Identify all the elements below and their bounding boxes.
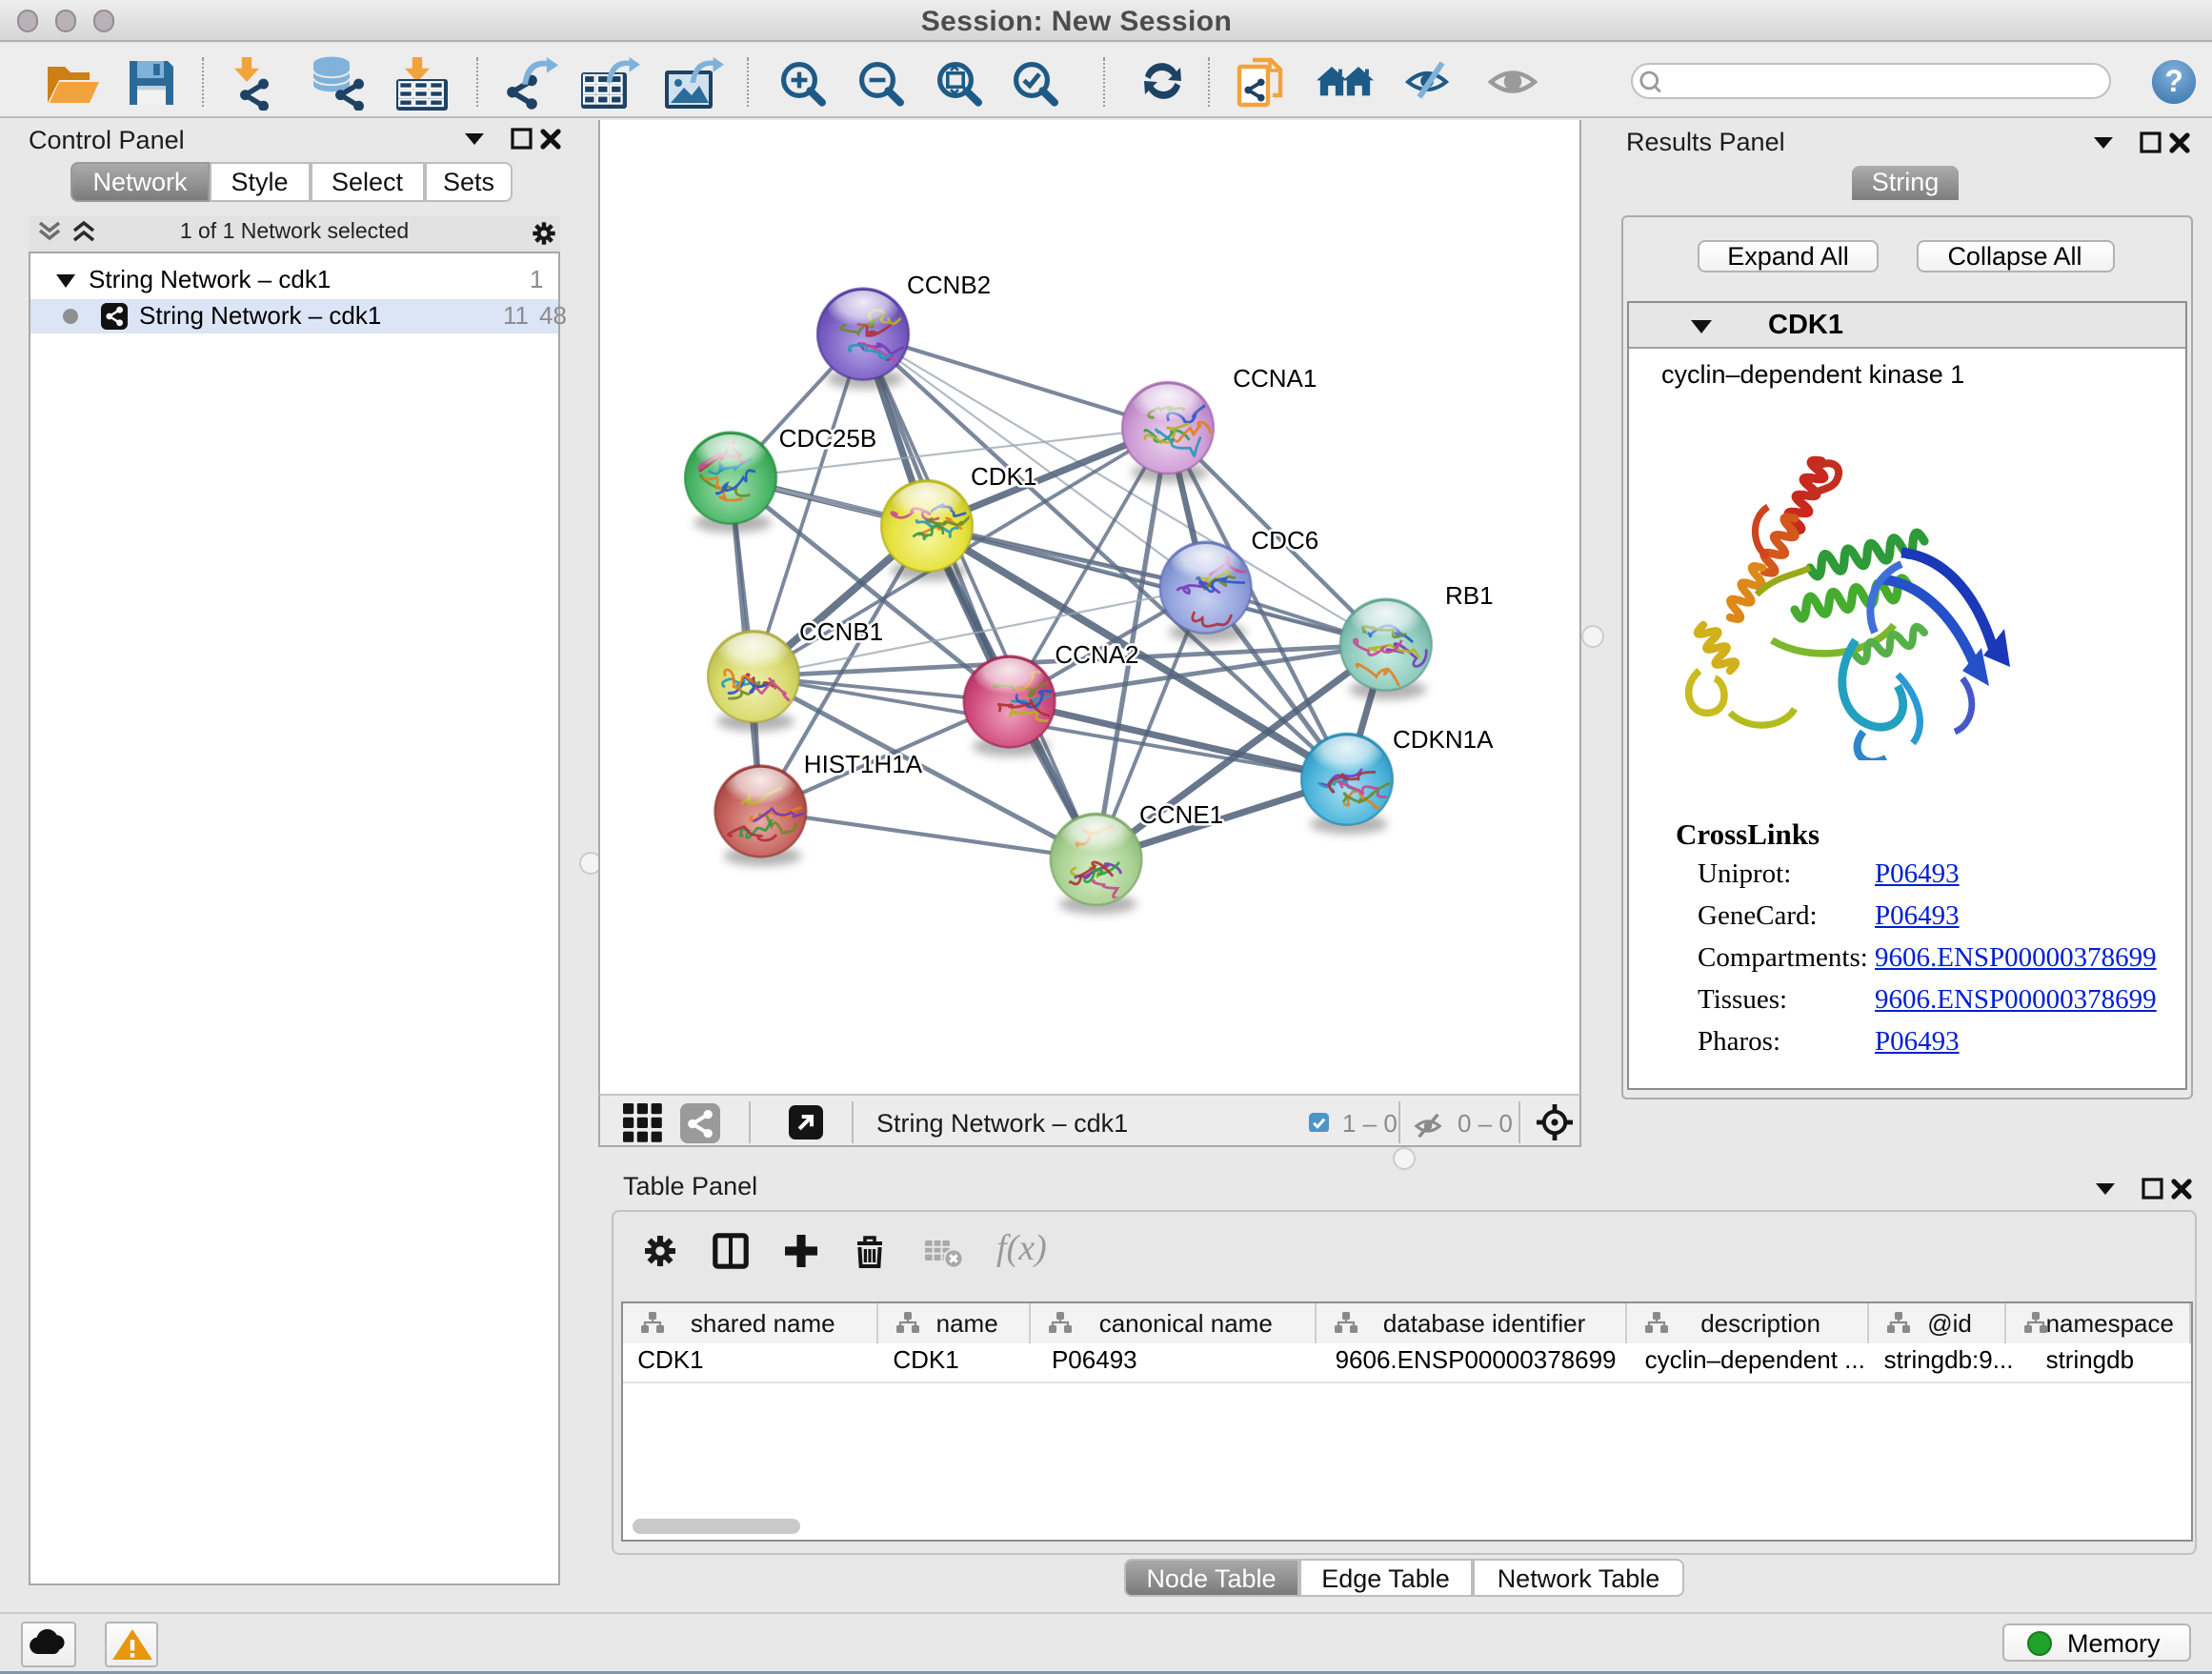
svg-text:CCNE1: CCNE1 xyxy=(1139,800,1223,829)
svg-text:CDC6: CDC6 xyxy=(1251,526,1318,555)
svg-text:CCNB2: CCNB2 xyxy=(907,271,991,299)
svg-text:RB1: RB1 xyxy=(1445,581,1494,610)
svg-text:CCNA1: CCNA1 xyxy=(1233,364,1317,393)
svg-text:HIST1H1A: HIST1H1A xyxy=(804,750,923,778)
svg-text:CCNA2: CCNA2 xyxy=(1055,640,1138,669)
svg-text:CCNB1: CCNB1 xyxy=(799,617,883,646)
svg-text:CDC25B: CDC25B xyxy=(779,424,877,453)
svg-text:CDKN1A: CDKN1A xyxy=(1393,725,1494,754)
svg-text:CDK1: CDK1 xyxy=(971,462,1036,491)
svg-text:?: ? xyxy=(2164,64,2183,98)
